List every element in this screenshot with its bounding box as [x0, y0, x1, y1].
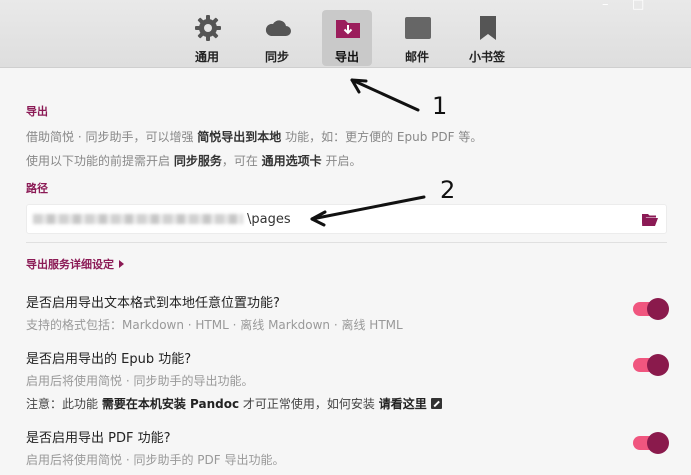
export-settings-panel: 导出 借助简悦 · 同步助手，可以增强 简悦导出到本地 功能，如：更方便的 Ep…	[0, 68, 691, 475]
export-description-line-2: 使用以下功能的前提需开启 同步服务，可在 通用选项卡 开启。	[26, 154, 362, 168]
advanced-settings-link[interactable]: 导出服务详细设定	[26, 256, 124, 272]
setting-hint-pdf: 启用后将使用简悦 · 同步助手的 PDF 导出功能。	[26, 453, 285, 467]
setting-question-pdf: 是否启用导出 PDF 功能?	[26, 431, 171, 446]
tab-bookmarklet-label: 小书签	[468, 50, 505, 64]
tab-general-label: 通用	[194, 50, 219, 64]
pandoc-install-link[interactable]: 请看这里	[379, 397, 427, 411]
toggle-text-export[interactable]	[633, 298, 669, 320]
mail-icon	[405, 17, 431, 39]
toolbar: – □ 通用 同步 导出 邮件 小书签	[0, 0, 691, 68]
tab-general[interactable]: 通用	[182, 10, 232, 66]
export-path-field[interactable]: \pages	[26, 204, 667, 234]
setting-hint-text-export: 支持的格式包括：Markdown · HTML · 离线 Markdown · …	[26, 318, 403, 332]
maximize-button[interactable]: □	[632, 0, 644, 12]
bookmark-icon	[480, 16, 496, 40]
gear-icon	[195, 15, 221, 41]
toggle-pdf[interactable]	[633, 432, 669, 454]
toggle-knob	[647, 354, 669, 376]
export-description-line-1: 借助简悦 · 同步助手，可以增强 简悦导出到本地 功能，如：更方便的 Epub …	[26, 130, 483, 144]
toggle-knob	[647, 298, 669, 320]
redacted-path-prefix	[33, 214, 243, 224]
tab-sync-label: 同步	[264, 50, 289, 64]
toggle-knob	[647, 432, 669, 454]
setting-question-text-export: 是否启用导出文本格式到本地任意位置功能?	[26, 296, 280, 311]
expand-triangle-icon	[119, 260, 124, 268]
cloud-icon	[265, 20, 291, 36]
external-link-icon[interactable]	[430, 398, 442, 409]
tab-mail-label: 邮件	[404, 50, 429, 64]
tab-export[interactable]: 导出	[322, 10, 372, 66]
path-label: 路径	[26, 182, 48, 195]
divider	[26, 242, 667, 243]
setting-hint-epub: 启用后将使用简悦 · 同步助手的导出功能。	[26, 374, 254, 388]
tab-bookmarklet[interactable]: 小书签	[462, 10, 512, 66]
annotation-number-1: 1	[432, 92, 448, 120]
tab-sync[interactable]: 同步	[252, 10, 302, 66]
folder-open-icon[interactable]	[642, 213, 658, 226]
folder-export-icon	[336, 20, 360, 38]
path-value: \pages	[247, 212, 291, 227]
tab-mail[interactable]: 邮件	[392, 10, 442, 66]
annotation-number-2: 2	[440, 176, 456, 204]
export-section-title: 导出	[26, 105, 48, 118]
tab-export-label: 导出	[334, 50, 359, 64]
setting-question-epub: 是否启用导出的 Epub 功能?	[26, 352, 192, 367]
minimize-button[interactable]: –	[602, 0, 609, 12]
pandoc-note: 注意：此功能 需要在本机安装 Pandoc 才可正常使用，如何安装 请看这里	[26, 395, 442, 412]
toggle-epub[interactable]	[633, 354, 669, 376]
